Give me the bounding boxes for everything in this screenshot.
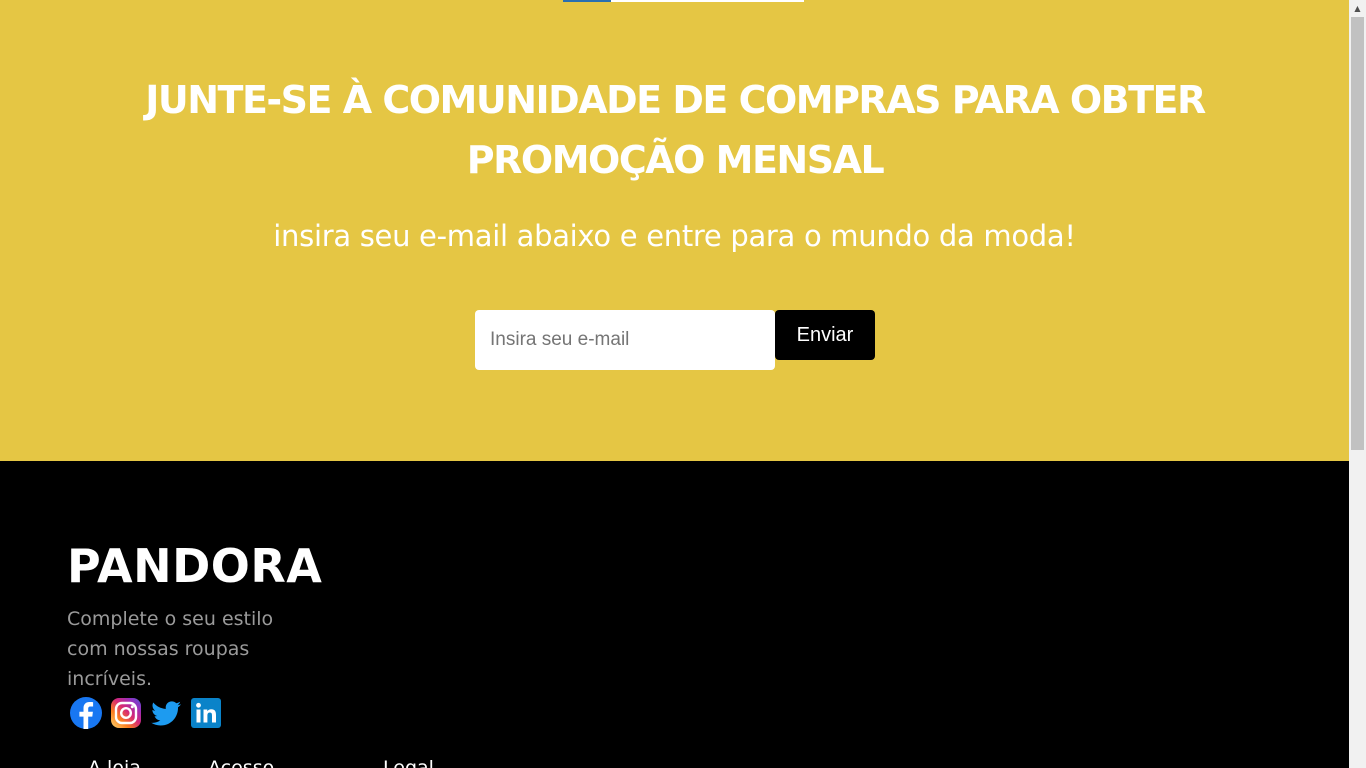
footer-link-legal[interactable]: Legal <box>383 753 434 768</box>
page-viewport: JUNTE-SE À COMUNIDADE DE COMPRAS PARA OB… <box>0 0 1349 768</box>
instagram-icon[interactable] <box>110 697 142 729</box>
vertical-scrollbar[interactable]: ▲ <box>1349 0 1366 768</box>
linkedin-icon[interactable] <box>190 697 222 729</box>
email-input[interactable] <box>475 310 775 370</box>
previous-section-edge <box>563 0 611 2</box>
brand-logo-text: PANDORA <box>67 539 323 593</box>
previous-section-edge-light <box>611 0 804 2</box>
footer-link-acesso[interactable]: Acesso <box>208 753 274 768</box>
twitter-icon[interactable] <box>150 697 182 729</box>
chevron-up-icon[interactable]: ▲ <box>1349 0 1366 17</box>
newsletter-section: JUNTE-SE À COMUNIDADE DE COMPRAS PARA OB… <box>0 0 1349 461</box>
social-links <box>70 697 222 731</box>
page: JUNTE-SE À COMUNIDADE DE COMPRAS PARA OB… <box>0 0 1366 768</box>
newsletter-headline: JUNTE-SE À COMUNIDADE DE COMPRAS PARA OB… <box>145 78 1206 182</box>
facebook-icon[interactable] <box>70 697 102 729</box>
newsletter-subheadline: insira seu e-mail abaixo e entre para o … <box>273 219 1076 253</box>
send-button[interactable]: Enviar <box>775 310 875 360</box>
brand-tagline: Complete o seu estilo com nossas roupas … <box>67 608 274 690</box>
footer-link-a-loja[interactable]: A loja <box>88 753 141 768</box>
scrollbar-thumb[interactable] <box>1351 17 1364 450</box>
footer: PANDORA Complete o seu estilo com nossas… <box>0 461 1349 768</box>
